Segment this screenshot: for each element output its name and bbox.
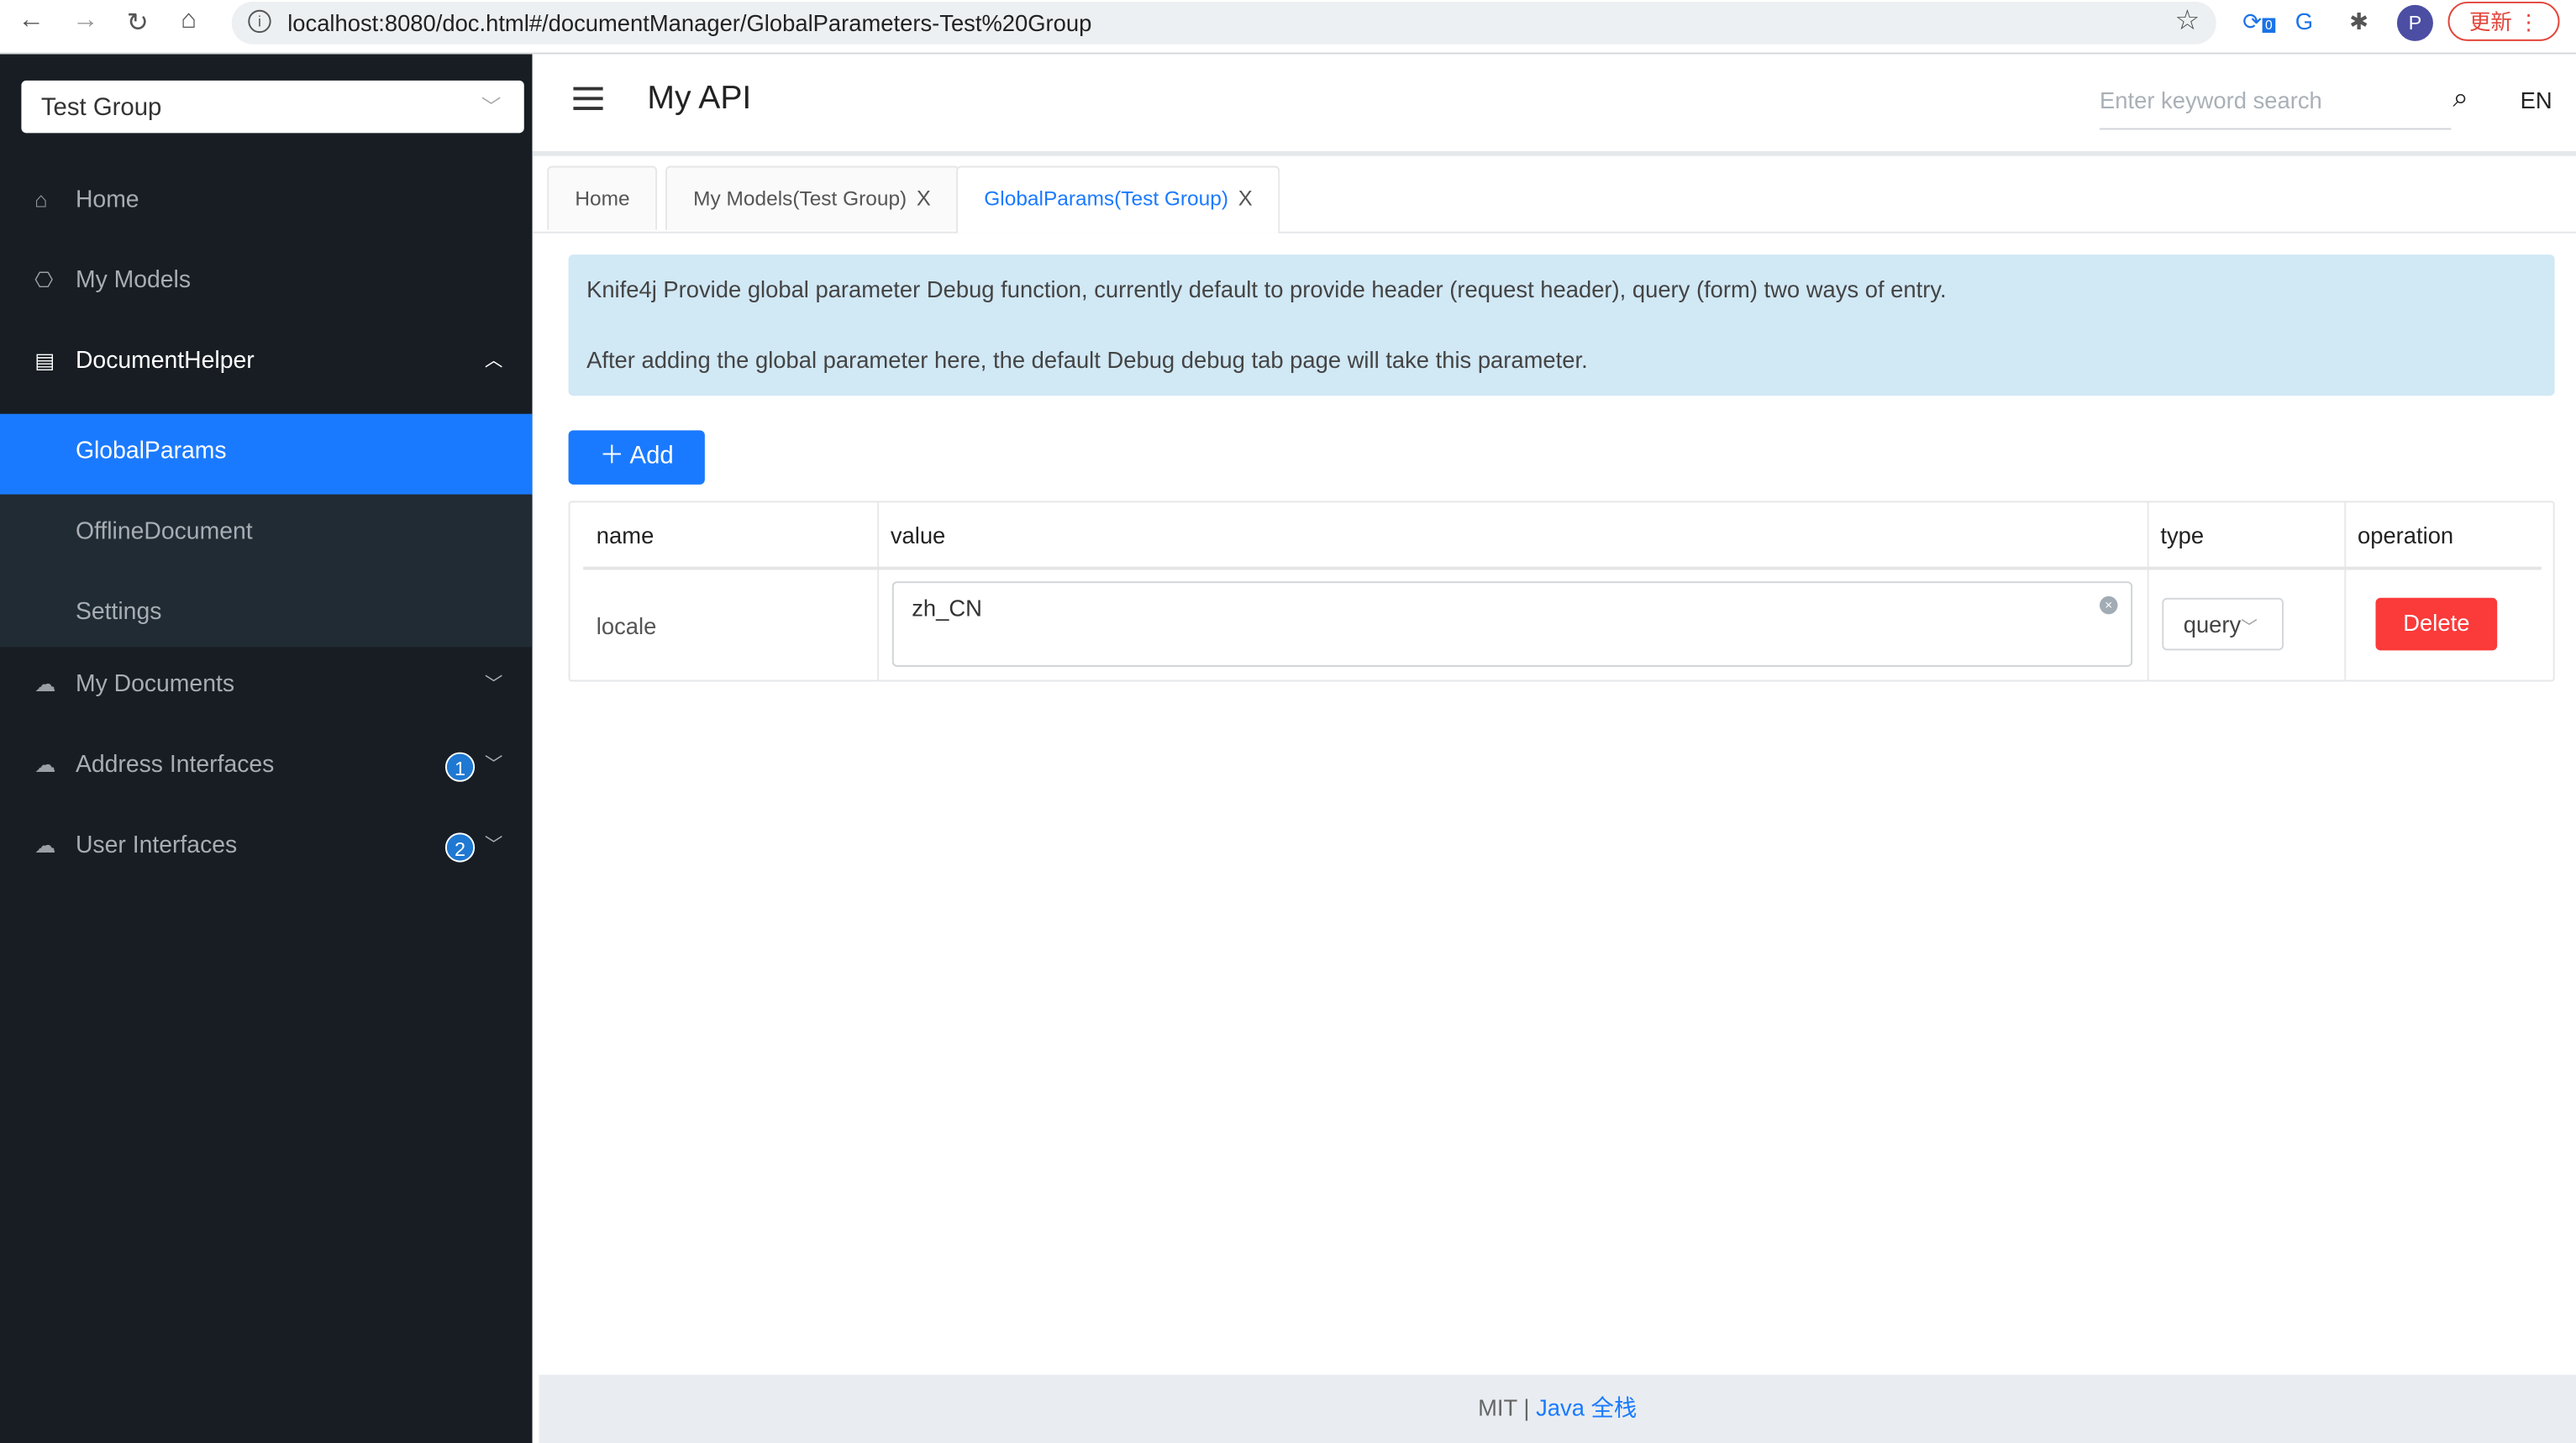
bookmark-star-icon[interactable]: ☆ — [2174, 5, 2200, 38]
notice-line: After adding the global parameter here, … — [586, 346, 1588, 373]
puzzle-extensions-icon[interactable]: ✱ — [2349, 8, 2368, 36]
tab-label: GlobalParams(Test Group) — [984, 186, 1228, 211]
count-badge: 2 — [444, 832, 476, 863]
add-label: Add — [629, 442, 674, 470]
reload-icon[interactable]: ↻ — [127, 7, 149, 39]
sidebar-item-globalparams[interactable]: GlobalParams — [0, 413, 533, 495]
search-input[interactable]: Enter keyword search — [2100, 87, 2452, 130]
footer: MIT | Java 全栈 — [539, 1374, 2576, 1443]
sidebar-item-offlinedocument[interactable]: OfflineDocument — [0, 495, 533, 575]
param-value: zh_CN — [912, 594, 982, 622]
sidebar-item-home[interactable]: ⌂ Home — [0, 163, 533, 244]
column-header-type: type — [2160, 522, 2205, 549]
sidebar-item-label: OfflineDocument — [75, 518, 253, 546]
tab-bar: Home My Models(Test Group) X GlobalParams… — [532, 156, 2576, 234]
header: My API Enter keyword search ⌕ EN — [532, 54, 2576, 156]
translate-extension-icon[interactable]: G — [2295, 8, 2313, 34]
chevron-down-icon: ﹀ — [2241, 619, 2258, 638]
sidebar-item-documenthelper[interactable]: ▤ DocumentHelper ︿ — [0, 323, 533, 404]
column-header-name: name — [596, 522, 655, 549]
global-params-table: name value type operation locale zh_CN × … — [568, 501, 2555, 682]
chevron-down-icon: ﹀ — [484, 755, 503, 775]
sync-extension-icon[interactable]: ⟳ 0 — [2242, 8, 2276, 36]
notice-line: Knife4j Provide global parameter Debug f… — [586, 275, 1947, 302]
count-badge: 1 — [444, 752, 476, 782]
sidebar-item-label: Settings — [75, 599, 162, 627]
back-icon[interactable]: ← — [18, 7, 45, 36]
tab-my-models[interactable]: My Models(Test Group) X — [665, 165, 959, 230]
api-cloud-icon: ☁ — [34, 671, 56, 697]
chevron-down-icon: ﹀ — [484, 836, 503, 856]
footer-license: MIT | — [1478, 1394, 1537, 1421]
models-icon: ⎔ — [34, 267, 54, 293]
menu-fold-icon[interactable] — [573, 87, 603, 117]
param-type-value: query — [2183, 611, 2242, 638]
sidebar-item-address-interfaces[interactable]: ☁ Address Interfaces 1 ﹀ — [0, 727, 533, 808]
submenu: GlobalParams OfflineDocument Settings — [0, 413, 533, 648]
url-text[interactable]: localhost:8080/doc.html#/documentManager… — [287, 10, 1091, 36]
tab-label: My Models(Test Group) — [693, 186, 907, 211]
sidebar-item-label: My Documents — [75, 671, 235, 699]
document-settings-icon: ▤ — [34, 348, 55, 373]
sidebar-item-label: User Interfaces — [75, 832, 238, 859]
sidebar-item-label: Home — [75, 186, 139, 214]
param-type-select[interactable]: query﹀ — [2162, 597, 2284, 651]
sidebar-item-settings[interactable]: Settings — [0, 575, 533, 655]
param-value-textarea[interactable]: zh_CN × — [891, 581, 2133, 667]
info-notice: Knife4j Provide global parameter Debug f… — [568, 254, 2555, 396]
tab-globalparams[interactable]: GlobalParams(Test Group) X — [956, 165, 1280, 234]
sidebar-item-user-interfaces[interactable]: ☁ User Interfaces 2 ﹀ — [0, 808, 533, 889]
info-icon[interactable]: i — [248, 9, 271, 34]
clear-icon[interactable]: × — [2100, 596, 2118, 615]
chevron-down-icon: ﹀ — [484, 674, 503, 695]
profile-avatar[interactable]: P — [2396, 4, 2433, 41]
chevron-up-icon: ︿ — [484, 351, 503, 371]
param-name: locale — [596, 612, 657, 639]
column-header-operation: operation — [2357, 522, 2454, 549]
group-select[interactable]: Test Group ﹀ — [21, 80, 524, 134]
search-icon[interactable]: ⌕ — [2452, 82, 2468, 115]
chevron-down-icon: ﹀ — [481, 95, 502, 118]
home-page-icon[interactable]: ⌂ — [181, 7, 197, 36]
sidebar-item-label: GlobalParams — [75, 438, 227, 465]
page-title: My API — [647, 80, 752, 117]
close-icon[interactable]: X — [917, 186, 931, 210]
tab-home[interactable]: Home — [547, 165, 658, 230]
tab-label: Home — [575, 186, 630, 211]
sidebar-item-my-models[interactable]: ⎔ My Models — [0, 243, 533, 323]
home-icon: ⌂ — [34, 186, 48, 213]
add-button[interactable]: ＋ Add — [568, 430, 705, 485]
forward-icon[interactable]: → — [72, 7, 98, 36]
update-label: 更新 — [2468, 9, 2512, 35]
sidebar: Test Group ﹀ ⌂ Home ⎔ My Models ▤ DocumentHe… — [0, 54, 533, 1443]
browser-toolbar: ← → ↻ ⌂ i localhost:8080/doc.html#/docum… — [0, 0, 2576, 55]
group-select-value: Test Group — [40, 93, 162, 122]
column-header-value: value — [890, 522, 946, 549]
language-toggle[interactable]: EN — [2521, 87, 2552, 113]
delete-button[interactable]: Delete — [2375, 597, 2498, 651]
footer-link[interactable]: Java 全栈 — [1536, 1394, 1637, 1420]
extension-badge: 0 — [2262, 18, 2276, 34]
sidebar-item-my-documents[interactable]: ☁ My Documents ﹀ — [0, 647, 533, 727]
sidebar-item-label: My Models — [75, 267, 192, 295]
api-cloud-icon: ☁ — [34, 832, 56, 858]
plus-icon: ＋ — [599, 442, 625, 470]
update-button[interactable]: 更新 ⋮ — [2447, 1, 2560, 41]
search-placeholder: Enter keyword search — [2100, 87, 2322, 113]
sidebar-item-label: Address Interfaces — [75, 752, 275, 779]
more-menu-icon: ⋮ — [2517, 9, 2540, 35]
sidebar-item-label: DocumentHelper — [75, 348, 255, 375]
close-icon[interactable]: X — [1238, 186, 1253, 210]
address-bar[interactable]: i localhost:8080/doc.html#/documentManag… — [231, 1, 2216, 45]
api-cloud-icon: ☁ — [34, 752, 56, 777]
